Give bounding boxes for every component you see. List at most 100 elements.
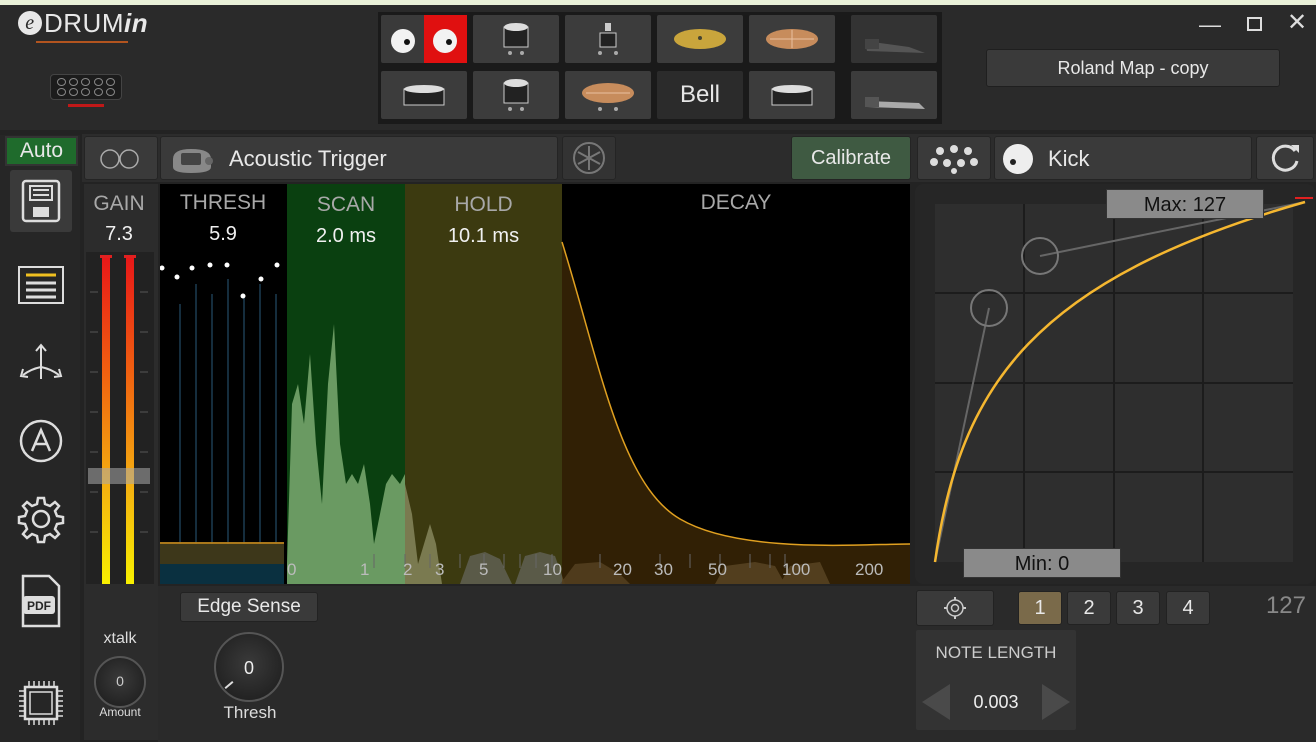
map-selector-button[interactable]: Roland Map - copy bbox=[986, 49, 1280, 87]
velocity-curve-panel[interactable]: Max: 127 Min: 0 bbox=[915, 184, 1315, 584]
gain-value[interactable]: 7.3 bbox=[86, 223, 152, 246]
knob-icon bbox=[1003, 144, 1033, 174]
axis-tick-0: 0 bbox=[287, 560, 297, 579]
dots-pattern-icon bbox=[930, 145, 978, 174]
gain-level-meter[interactable] bbox=[86, 252, 154, 588]
calibrate-button[interactable]: Calibrate bbox=[791, 136, 911, 180]
xtalk-knob[interactable]: 0 bbox=[94, 656, 146, 708]
edge-sense-button[interactable]: Edge Sense bbox=[180, 592, 318, 622]
trigger-type-selector[interactable]: Acoustic Trigger bbox=[160, 136, 558, 180]
split-arrows-icon bbox=[19, 343, 63, 379]
pad-1[interactable] bbox=[380, 14, 468, 64]
thresh-knob-label: Thresh bbox=[223, 703, 277, 722]
sidebar-item-hardware[interactable] bbox=[10, 672, 72, 734]
pad-9[interactable] bbox=[564, 70, 652, 120]
hold-label: HOLD bbox=[454, 193, 513, 216]
increment-arrow-icon[interactable] bbox=[1038, 682, 1074, 722]
axis-tick-100: 100 bbox=[782, 560, 811, 579]
sidebar-item-routing[interactable] bbox=[10, 332, 72, 394]
note-selector[interactable]: Kick bbox=[994, 136, 1252, 180]
dual-zone-button[interactable] bbox=[84, 136, 158, 180]
pad-2[interactable] bbox=[472, 14, 560, 64]
gain-label: GAIN bbox=[93, 192, 145, 215]
auto-a-icon bbox=[19, 419, 63, 463]
logo-drum: DRUM bbox=[44, 8, 124, 38]
decrement-arrow-icon[interactable] bbox=[918, 682, 954, 722]
sidebar-item-pdf[interactable]: PDF bbox=[10, 570, 72, 632]
knob-indicator bbox=[224, 681, 234, 689]
thresh-label: THRESH bbox=[179, 191, 267, 214]
trigger-graph[interactable]: 0 1 2 3 5 10 20 30 50 100 200 THRESH 5.9… bbox=[160, 184, 910, 584]
pad-8[interactable] bbox=[472, 70, 560, 120]
pedal-open-icon bbox=[865, 39, 925, 53]
layer-tab-1[interactable]: 1 bbox=[1018, 591, 1062, 625]
velocity-readout: 127 bbox=[1265, 592, 1306, 619]
pattern-button[interactable] bbox=[917, 136, 991, 180]
chip-icon bbox=[19, 681, 63, 725]
curve-min-label[interactable]: Min: 0 bbox=[963, 548, 1121, 578]
sidebar-item-save[interactable] bbox=[10, 170, 72, 232]
note-length-value[interactable]: 0.003 bbox=[956, 692, 1036, 713]
maximize-icon bbox=[1247, 17, 1262, 31]
thresh-value[interactable]: 5.9 bbox=[164, 223, 282, 246]
xtalk-knob-value: 0 bbox=[116, 673, 124, 689]
midi-activity-led bbox=[68, 104, 104, 107]
thresh-knob-value: 0 bbox=[243, 658, 254, 678]
pad-7[interactable] bbox=[380, 70, 468, 120]
curve-settings-button[interactable] bbox=[916, 590, 994, 626]
hold-value[interactable]: 10.1 ms bbox=[405, 225, 562, 248]
pad-3[interactable] bbox=[564, 14, 652, 64]
sidebar-item-auto[interactable] bbox=[10, 410, 72, 472]
scan-label: SCAN bbox=[316, 193, 376, 216]
pad-4[interactable] bbox=[656, 14, 744, 64]
eyes-icon bbox=[391, 15, 467, 63]
logo-in: in bbox=[124, 8, 149, 38]
curve-max-label[interactable]: Max: 127 bbox=[1106, 189, 1264, 219]
note-length-panel: NOTE LENGTH 0.003 bbox=[916, 630, 1076, 730]
axis-tick-30: 30 bbox=[654, 560, 673, 579]
axis-tick-3: 3 bbox=[435, 560, 445, 579]
axis-tick-1: 1 bbox=[360, 560, 370, 579]
sidebar-item-list[interactable] bbox=[10, 254, 72, 316]
pdf-icon: PDF bbox=[21, 574, 61, 628]
layer-tab-4[interactable]: 4 bbox=[1166, 591, 1210, 625]
reset-button[interactable] bbox=[1256, 136, 1314, 180]
tom-icon bbox=[503, 23, 529, 55]
double-circle-icon bbox=[100, 149, 139, 169]
layer-tab-2[interactable]: 2 bbox=[1067, 591, 1111, 625]
refresh-icon bbox=[1271, 144, 1299, 172]
pad-selector-grid: Bell bbox=[378, 12, 942, 124]
thresh-knob[interactable]: 0 bbox=[214, 632, 284, 702]
pedal-closed-icon bbox=[865, 97, 925, 109]
note-length-label: NOTE LENGTH bbox=[935, 643, 1057, 662]
pad-11[interactable] bbox=[748, 70, 836, 120]
minimize-button[interactable]: — bbox=[1197, 12, 1223, 38]
layer-tab-3[interactable]: 3 bbox=[1116, 591, 1160, 625]
edrumin-app-window: e DRUMin Bell — ✕ Roland Map - copy Auto… bbox=[0, 0, 1316, 742]
maximize-button[interactable] bbox=[1242, 12, 1268, 38]
pad-6[interactable] bbox=[850, 14, 938, 64]
pad-12[interactable] bbox=[850, 70, 938, 120]
axis-tick-10: 10 bbox=[543, 560, 562, 579]
gear-icon bbox=[17, 496, 65, 544]
snare-icon bbox=[403, 85, 445, 106]
tom-icon bbox=[503, 79, 529, 111]
midi-port-icon bbox=[50, 74, 122, 100]
note-name-label: Kick bbox=[1048, 146, 1090, 171]
close-button[interactable]: ✕ bbox=[1284, 8, 1310, 38]
save-icon bbox=[21, 179, 61, 223]
axis-tick-50: 50 bbox=[708, 560, 727, 579]
trigger-type-label: Acoustic Trigger bbox=[229, 146, 387, 171]
auto-button[interactable]: Auto bbox=[5, 136, 78, 166]
scan-value[interactable]: 2.0 ms bbox=[287, 225, 405, 248]
sidebar-item-settings[interactable] bbox=[10, 488, 72, 550]
pad-10[interactable]: Bell bbox=[656, 70, 744, 120]
crash-cymbal-icon bbox=[766, 29, 818, 49]
axis-tick-2: 2 bbox=[403, 560, 413, 579]
kick-icon bbox=[598, 23, 618, 55]
hihat-cymbal-icon bbox=[582, 83, 634, 111]
pad-5[interactable] bbox=[748, 14, 836, 64]
logo-underline bbox=[36, 41, 128, 43]
yamaha-mode-button[interactable] bbox=[562, 136, 616, 180]
xtalk-label: xtalk bbox=[103, 630, 137, 647]
